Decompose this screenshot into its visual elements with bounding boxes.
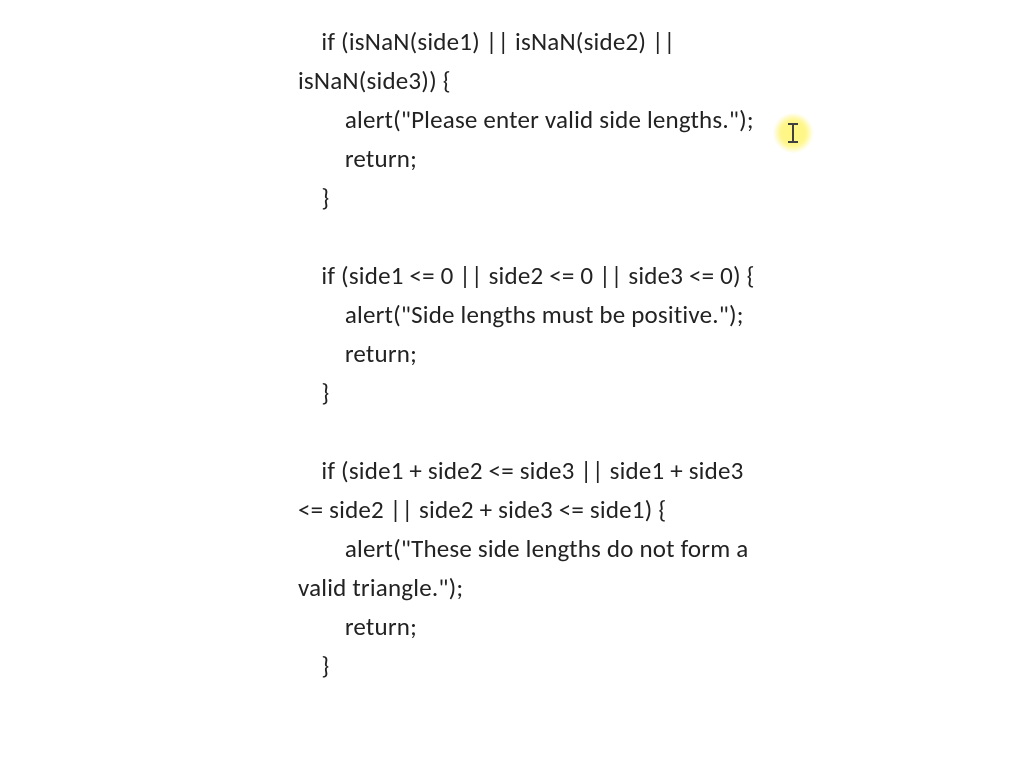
- cursor-highlight-icon: [773, 113, 813, 153]
- code-snippet[interactable]: if (isNaN(side1) || isNaN(side2) || isNa…: [298, 22, 768, 685]
- text-cursor-icon: [787, 122, 799, 144]
